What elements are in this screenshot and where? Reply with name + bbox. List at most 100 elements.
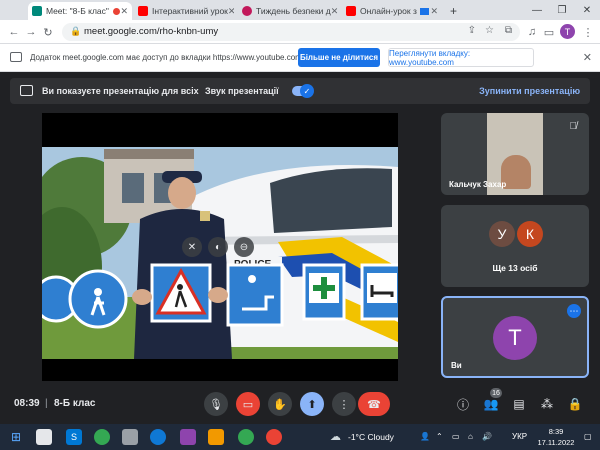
back-icon[interactable]: ←: [6, 24, 22, 40]
presentation-sound-toggle[interactable]: ✓: [292, 84, 314, 98]
present-screen-icon: [20, 85, 33, 96]
stop-presenting-button[interactable]: Зупинити презентацію: [479, 86, 580, 96]
lock-icon: 🔒: [70, 26, 82, 36]
presenting-status: Ви показуєте презентацію для всіх: [42, 86, 199, 96]
participant-tile-self[interactable]: T ⋯ Ви: [441, 296, 589, 378]
tab-interactive-lesson[interactable]: Інтерактивний урок ✕: [134, 2, 234, 20]
close-tab-icon[interactable]: ✕: [120, 6, 128, 17]
profile-avatar[interactable]: T: [560, 24, 575, 39]
sharing-infobar: Додаток meet.google.com має доступ до вк…: [0, 44, 600, 72]
tab-meet[interactable]: Meet: "8-Б клас" ✕: [28, 2, 132, 20]
microphone-button[interactable]: 🎙: [204, 392, 228, 416]
activities-icon[interactable]: ⁂: [538, 395, 556, 413]
stop-sharing-button[interactable]: Більше не ділитися: [298, 48, 380, 67]
screen-share-icon: [10, 52, 22, 62]
participant-name: Кальчук Захар: [449, 180, 507, 189]
meeting-time: 08:39: [14, 398, 40, 409]
tab-label: Meet: "8-Б клас": [46, 6, 109, 16]
clock-time: 8:39: [548, 427, 564, 436]
sharing-tab-icon: [419, 7, 429, 15]
bookmark-star-icon[interactable]: ☆: [485, 25, 494, 36]
remove-icon[interactable]: ⊖: [234, 237, 254, 257]
youtube-favicon-icon: [346, 6, 356, 16]
close-tab-icon[interactable]: ✕: [228, 6, 234, 17]
close-infobar-icon[interactable]: ✕: [583, 51, 592, 64]
close-tab-icon[interactable]: ✕: [430, 6, 438, 17]
skype-icon[interactable]: S: [66, 429, 82, 445]
folder-icon[interactable]: [208, 429, 224, 445]
presentation-sound-label: Звук презентації: [205, 86, 279, 96]
close-window-icon[interactable]: ✕: [575, 0, 599, 20]
site-favicon-icon: [242, 6, 252, 16]
restore-icon[interactable]: ❐: [550, 0, 574, 20]
avatar: К: [517, 221, 543, 247]
notifications-icon[interactable]: ▢: [584, 432, 592, 441]
clock-date: 17.11.2022: [537, 438, 575, 447]
chevron-up-icon[interactable]: ⌃: [436, 432, 443, 441]
media-icon[interactable]: ♫: [524, 24, 540, 40]
tab-label: Тиждень безпеки д: [256, 6, 331, 16]
more-options-icon[interactable]: ⋯: [567, 304, 581, 318]
participant-tile-others[interactable]: У К Ще 13 осіб: [441, 205, 589, 287]
meeting-details-icon[interactable]: ⓘ: [454, 395, 472, 413]
windows-taskbar: ⊞ S ☁ -1°C Cloudy 👤 ⌃ ▭ ⌂ 🔊 УКР 8:39 17.…: [0, 424, 600, 450]
camera-off-button[interactable]: ▭: [236, 392, 260, 416]
chrome-profile-icon[interactable]: [266, 429, 282, 445]
people-tray-icon[interactable]: 👤: [420, 432, 430, 441]
divider: |: [45, 398, 48, 409]
file-explorer-icon[interactable]: [36, 429, 52, 445]
browser-toolbar: ← → ↻ 🔒 meet.google.com/rho-knbn-umy ⇪ ☆…: [0, 20, 600, 44]
weather-text[interactable]: -1°C Cloudy: [348, 432, 394, 442]
participant-name: Ви: [451, 361, 462, 370]
raise-hand-button[interactable]: ✋: [268, 392, 292, 416]
new-tab-button[interactable]: +: [446, 2, 464, 20]
minimize-icon[interactable]: —: [525, 0, 549, 20]
app-icon[interactable]: [122, 429, 138, 445]
chrome-icon[interactable]: [238, 429, 254, 445]
youtube-favicon-icon: [138, 6, 148, 16]
meet-favicon-icon: [32, 6, 42, 16]
tab-label: Інтерактивний урок: [152, 6, 228, 16]
mic-off-icon[interactable]: ✕: [182, 237, 202, 257]
participant-tile-kalchuk[interactable]: 🎙̸ Кальчук Захар: [441, 113, 589, 195]
menu-dots-icon[interactable]: ⋮: [580, 24, 596, 40]
sharing-message: Додаток meet.google.com має доступ до вк…: [30, 53, 302, 62]
switch-tab-button[interactable]: Переглянути вкладку: www.youtube.com: [388, 48, 534, 67]
check-icon: ✓: [300, 84, 314, 98]
language-indicator[interactable]: УКР: [512, 432, 527, 441]
chat-icon[interactable]: ▤: [510, 395, 528, 413]
meeting-controls-bar: 08:39 | 8-Б клас 🎙 ▭ ✋ ⬆ ⋮ ☎ ⓘ 👥 16 ▤ ⁂ …: [0, 386, 600, 422]
windows-start-icon[interactable]: ⊞: [8, 429, 24, 445]
forward-icon[interactable]: →: [23, 24, 39, 40]
tab-search-icon[interactable]: [2, 2, 8, 20]
tab-safety-week[interactable]: Тиждень безпеки д ✕: [238, 2, 338, 20]
host-controls-icon[interactable]: 🔒: [566, 395, 584, 413]
battery-icon[interactable]: ▭: [452, 432, 460, 441]
recording-dot-icon: [112, 7, 120, 15]
reload-icon[interactable]: ↻: [40, 24, 56, 40]
mic-off-icon: 🎙̸: [569, 121, 578, 132]
address-bar[interactable]: 🔒 meet.google.com/rho-knbn-umy ⇪ ☆ ⧉: [62, 23, 520, 41]
edge-icon[interactable]: [150, 429, 166, 445]
close-tab-icon[interactable]: ✕: [331, 6, 338, 17]
extensions-icon[interactable]: ⧉: [505, 25, 512, 36]
avatar: У: [489, 221, 515, 247]
network-icon[interactable]: ⌂: [468, 432, 473, 441]
more-options-button[interactable]: ⋮: [332, 392, 356, 416]
cloud-icon: ☁: [330, 431, 341, 443]
share-icon[interactable]: ⇪: [468, 25, 476, 36]
viber-icon[interactable]: [180, 429, 196, 445]
url-text: meet.google.com/rho-knbn-umy: [84, 26, 219, 37]
tab-online-lesson[interactable]: Онлайн-урок з ✕: [342, 2, 442, 20]
pin-icon[interactable]: ◐: [208, 237, 228, 257]
sidebar-icon[interactable]: ▭: [541, 24, 557, 40]
present-now-button[interactable]: ⬆: [300, 392, 324, 416]
chrome-icon[interactable]: [94, 429, 110, 445]
browser-tab-strip: Meet: "8-Б клас" ✕ Інтерактивний урок ✕ …: [0, 0, 600, 20]
meeting-name: 8-Б клас: [54, 398, 96, 409]
system-clock[interactable]: 8:39 17.11.2022: [534, 426, 578, 448]
more-participants-label: Ще 13 осіб: [492, 263, 538, 273]
leave-call-button[interactable]: ☎: [358, 392, 390, 416]
presentation-stage: POLICE: [42, 113, 398, 381]
volume-icon[interactable]: 🔊: [482, 432, 492, 441]
